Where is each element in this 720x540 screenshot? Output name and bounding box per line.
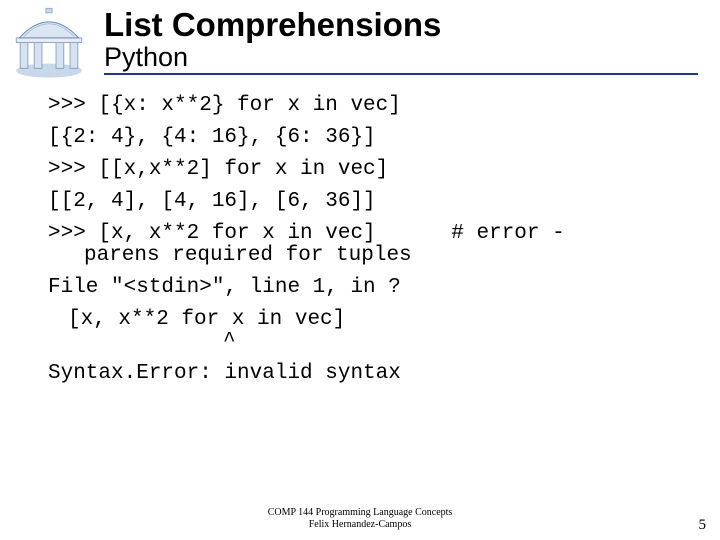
error-context: [x, x**2 for x in vec] ^ (48, 309, 698, 353)
slide-header: List Comprehensions Python (0, 0, 720, 75)
code-text: >>> [x, x**2 for x in vec] (48, 222, 376, 245)
code-content: >>> [{x: x**2} for x in vec] [{2: 4}, {4… (48, 95, 698, 385)
code-comment: # error - (451, 222, 564, 245)
code-continuation: parens required for tuples (48, 245, 698, 267)
slide-title: List Comprehensions (104, 8, 720, 43)
error-caret: ^ (48, 331, 698, 353)
code-output: [[2, 4], [4, 16], [6, 36]] (48, 191, 698, 213)
title-divider (104, 73, 698, 75)
unc-logo (10, 2, 88, 80)
code-line-error: >>> [x, x**2 for x in vec] # error - par… (48, 223, 698, 267)
page-number: 5 (699, 517, 707, 534)
footer-course: COMP 144 Programming Language Concepts (0, 507, 720, 519)
error-message: Syntax.Error: invalid syntax (48, 363, 698, 385)
code-output: [{2: 4}, {4: 16}, {6: 36}] (48, 127, 698, 149)
error-file: File "<stdin>", line 1, in ? (48, 277, 698, 299)
footer-author: Felix Hernandez-Campos (0, 519, 720, 531)
code-line: >>> [[x,x**2] for x in vec] (48, 159, 698, 181)
slide-subtitle: Python (104, 43, 720, 71)
code-line: >>> [{x: x**2} for x in vec] (48, 95, 698, 117)
error-snippet: [x, x**2 for x in vec] (48, 309, 698, 331)
slide-footer: COMP 144 Programming Language Concepts F… (0, 507, 720, 530)
